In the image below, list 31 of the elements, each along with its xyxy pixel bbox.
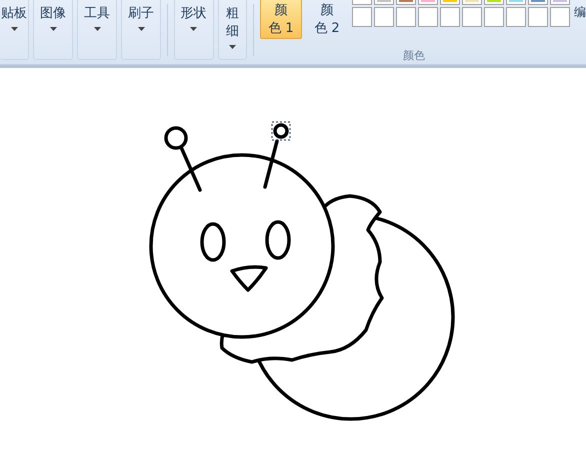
ribbon-button[interactable]: 形状 <box>174 0 214 60</box>
color-swatch[interactable] <box>528 0 548 5</box>
empty-swatch[interactable] <box>462 7 482 27</box>
empty-swatch[interactable] <box>396 7 416 27</box>
empty-swatch[interactable] <box>418 7 438 27</box>
ribbon-button[interactable]: 刷子 <box>121 0 161 60</box>
color-swatch[interactable] <box>374 0 394 5</box>
selection-frame[interactable] <box>272 122 290 140</box>
empty-swatch[interactable] <box>374 7 394 27</box>
empty-swatch[interactable] <box>528 7 548 27</box>
color-swatch[interactable] <box>550 0 570 5</box>
empty-swatch[interactable] <box>550 7 570 27</box>
edit-colors-label[interactable]: 编 <box>574 4 586 21</box>
empty-swatch[interactable] <box>352 7 372 27</box>
group-label: 颜色 <box>402 48 426 63</box>
ribbon-button[interactable]: 工具 <box>77 0 117 60</box>
color-swatch[interactable] <box>484 0 504 5</box>
ribbon-button[interactable]: 粗 细 <box>218 0 248 60</box>
empty-swatch[interactable] <box>506 7 526 27</box>
color-swatch[interactable] <box>352 0 372 5</box>
empty-swatch[interactable] <box>484 7 504 27</box>
color-swatch[interactable] <box>396 0 416 5</box>
empty-swatch[interactable] <box>440 7 460 27</box>
color-button[interactable]: 颜 色 2 <box>306 0 348 39</box>
ribbon-button[interactable]: 贴板 <box>0 0 29 60</box>
color-swatch[interactable] <box>506 0 526 5</box>
color-swatch[interactable] <box>418 0 438 5</box>
color-swatch[interactable] <box>462 0 482 5</box>
color-swatch[interactable] <box>440 0 460 5</box>
color-button[interactable]: 颜 色 1 <box>260 0 302 39</box>
ribbon-button[interactable]: 图像 <box>33 0 73 60</box>
